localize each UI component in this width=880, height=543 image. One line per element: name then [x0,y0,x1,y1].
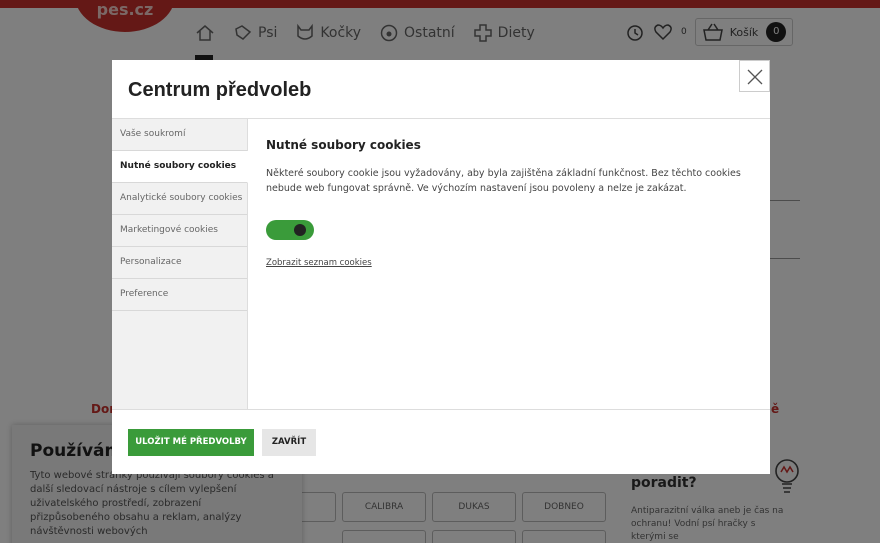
close-modal-button[interactable] [739,60,770,92]
close-icon [747,69,763,85]
modal-header: Centrum předvoleb [112,60,770,119]
sidebar-item-analytics-cookies[interactable]: Analytické soubory cookies [112,183,247,215]
preference-sidebar: Vaše soukromí Nutné soubory cookies Anal… [112,119,248,409]
modal-title: Centrum předvoleb [128,79,312,101]
preference-center-modal: Centrum předvoleb Vaše soukromí Nutné so… [112,60,770,474]
show-cookie-list-link[interactable]: Zobrazit seznam cookies [266,258,372,268]
sidebar-item-preferences[interactable]: Preference [112,279,247,311]
section-description: Některé soubory cookie jsou vyžadovány, … [266,168,741,194]
sidebar-item-privacy[interactable]: Vaše soukromí [112,119,247,151]
sidebar-item-necessary-cookies[interactable]: Nutné soubory cookies [112,151,248,183]
save-preferences-button[interactable]: ULOŽIT MÉ PŘEDVOLBY [128,429,254,456]
sidebar-item-personalization[interactable]: Personalizace [112,247,247,279]
modal-footer: ULOŽIT MÉ PŘEDVOLBY ZAVŘÍT [112,409,770,474]
section-title: Nutné soubory cookies [266,138,421,152]
preference-content: Nutné soubory cookies Některé soubory co… [266,138,746,268]
necessary-cookies-toggle[interactable] [266,220,314,240]
toggle-knob [294,224,306,236]
close-button[interactable]: ZAVŘÍT [262,429,316,456]
sidebar-item-marketing-cookies[interactable]: Marketingové cookies [112,215,247,247]
